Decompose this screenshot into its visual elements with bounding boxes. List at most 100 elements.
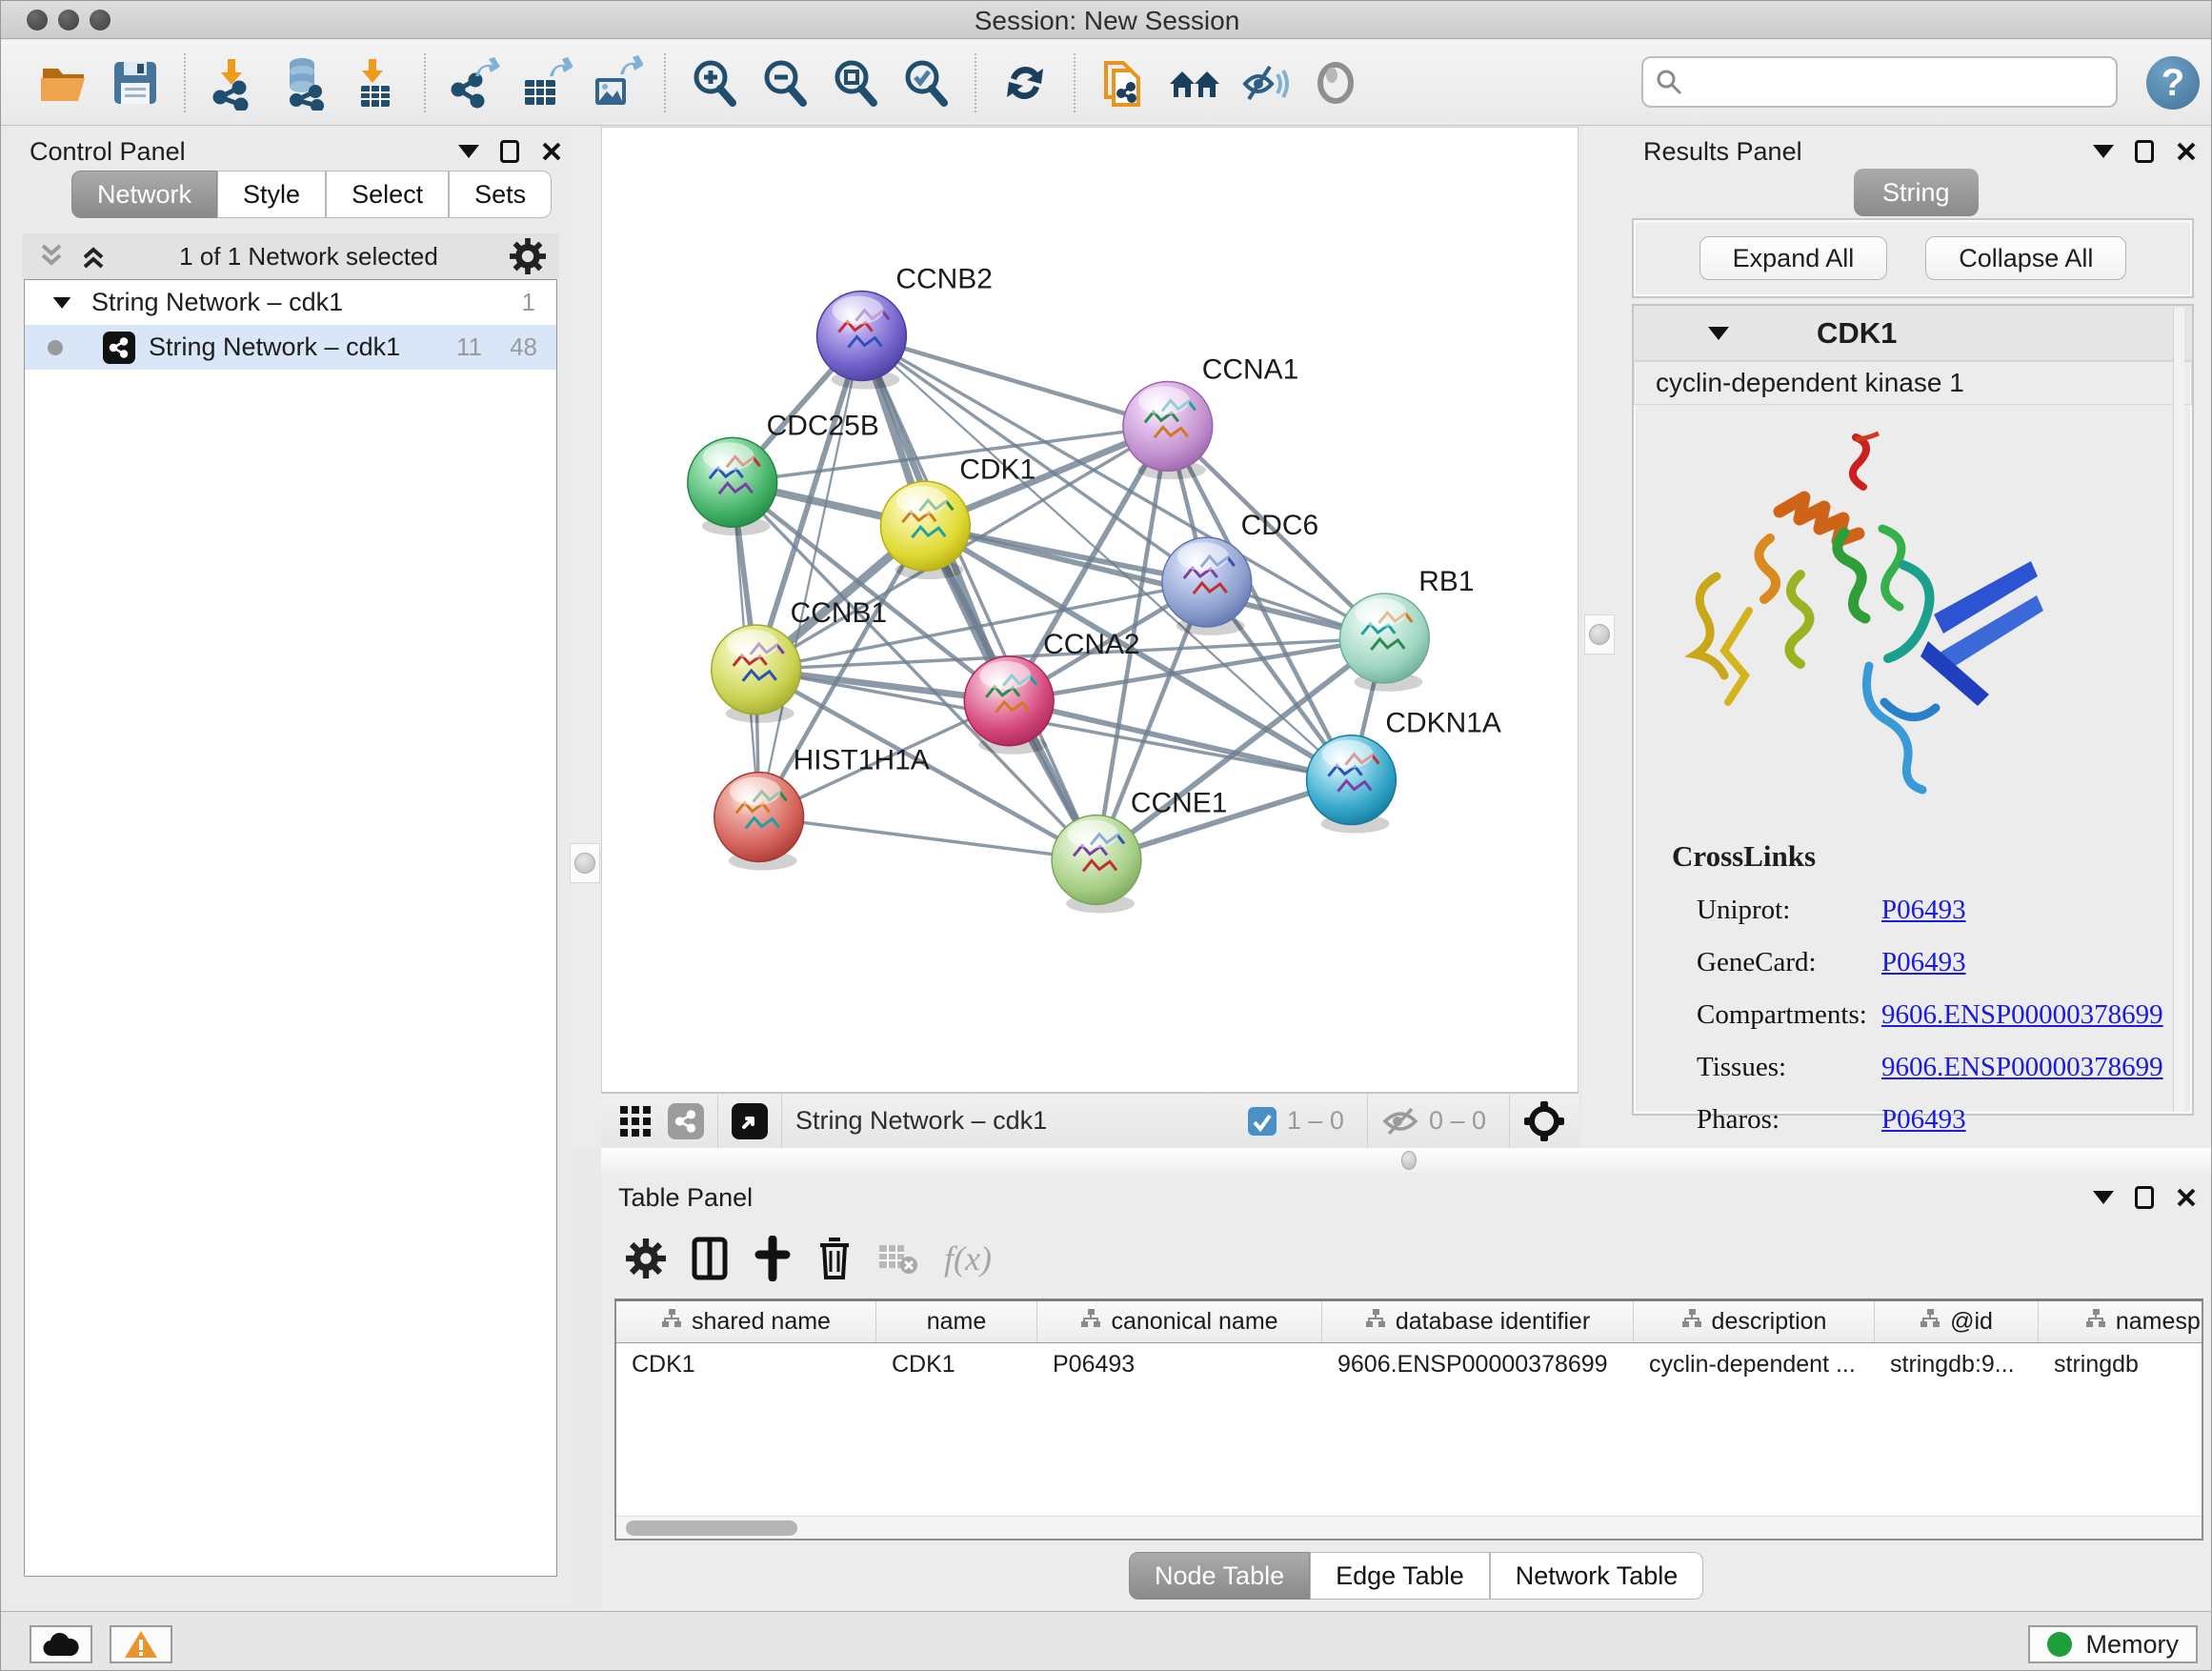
add-column-icon[interactable] — [754, 1236, 792, 1281]
houses-button[interactable] — [1165, 53, 1224, 112]
crosslink-link[interactable]: 9606.ENSP00000378699 — [1881, 1052, 2163, 1083]
crosslink-link[interactable]: P06493 — [1881, 947, 1966, 978]
memory-button[interactable]: Memory — [2028, 1625, 2198, 1663]
close-panel-icon[interactable] — [540, 140, 563, 163]
close-results-icon[interactable] — [2175, 140, 2198, 163]
zoom-selected-button[interactable] — [896, 53, 955, 112]
tree-expand-icon[interactable] — [53, 297, 71, 309]
close-table-icon[interactable] — [2175, 1186, 2198, 1209]
gray-orb-button[interactable] — [1306, 53, 1365, 112]
tab-style[interactable]: Style — [217, 171, 326, 218]
table-row[interactable]: CDK1CDK1P064939606.ENSP00000378699cyclin… — [616, 1343, 2202, 1385]
network-type-icon — [103, 332, 135, 364]
crosslink-link[interactable]: 9606.ENSP00000378699 — [1881, 999, 2163, 1031]
crosslink-label: Compartments: — [1672, 999, 1881, 1031]
clone-network-button[interactable] — [1095, 53, 1154, 112]
table-cell[interactable]: 9606.ENSP00000378699 — [1322, 1343, 1634, 1385]
tab-node-table[interactable]: Node Table — [1129, 1552, 1310, 1600]
tab-edge-table[interactable]: Edge Table — [1310, 1552, 1490, 1600]
right-splitter[interactable] — [1582, 127, 1620, 1148]
annotation-share-icon[interactable] — [668, 1103, 704, 1139]
tab-sets[interactable]: Sets — [449, 171, 552, 218]
entry-collapse-icon[interactable] — [1708, 327, 1729, 340]
network-canvas[interactable]: CCNB2CCNA1CDC25BCDK1CDC6RB1CCNB1CCNA2CDK… — [601, 127, 1579, 1093]
hide-selected-button[interactable] — [1236, 53, 1295, 112]
table-hscrollbar-thumb[interactable] — [626, 1520, 797, 1536]
table-cell[interactable]: stringdb:9... — [1875, 1343, 2039, 1385]
columns-icon[interactable] — [691, 1236, 729, 1281]
float-results-icon[interactable] — [2093, 145, 2114, 158]
crosslink-link[interactable]: P06493 — [1881, 895, 1966, 926]
left-splitter[interactable] — [569, 127, 601, 1148]
refresh-layout-button[interactable] — [995, 53, 1055, 112]
horizontal-splitter-knob[interactable] — [1401, 1151, 1417, 1170]
network-row-selected[interactable]: String Network – cdk1 11 48 — [25, 325, 556, 370]
import-network-database-button[interactable] — [275, 53, 334, 112]
hidden-eye-icon[interactable] — [1381, 1105, 1419, 1137]
table-cell[interactable]: CDK1 — [876, 1343, 1037, 1385]
column-header-namespace[interactable]: namespace — [2039, 1301, 2203, 1342]
left-splitter-knob[interactable] — [574, 853, 595, 874]
tab-string[interactable]: String — [1854, 169, 1979, 216]
gear-icon[interactable] — [510, 238, 546, 274]
delete-column-icon[interactable] — [816, 1236, 853, 1281]
expand-all-icon[interactable] — [79, 240, 108, 272]
collapse-all-icon[interactable] — [37, 240, 66, 272]
edge-CCNB2-CCNA1[interactable] — [861, 336, 1167, 427]
expand-all-button[interactable]: Expand All — [1699, 236, 1888, 280]
edge-CDK1-RB1[interactable] — [925, 526, 1384, 638]
maximize-table-icon[interactable] — [2135, 1186, 2154, 1209]
table-gear-icon[interactable] — [626, 1238, 666, 1278]
network-collection-row[interactable]: String Network – cdk1 1 — [25, 280, 556, 325]
network-graph[interactable]: CCNB2CCNA1CDC25BCDK1CDC6RB1CCNB1CCNA2CDK… — [602, 128, 1578, 1092]
zoom-in-button[interactable] — [685, 53, 744, 112]
column-header-canonical-name[interactable]: canonical name — [1037, 1301, 1322, 1342]
entry-header[interactable]: CDK1 — [1634, 306, 2192, 361]
column-header-name[interactable]: name — [876, 1301, 1037, 1342]
warning-button[interactable] — [110, 1625, 172, 1663]
table-cell[interactable]: CDK1 — [616, 1343, 876, 1385]
right-splitter-knob[interactable] — [1589, 624, 1610, 645]
crosslink-link[interactable]: P06493 — [1881, 1104, 1966, 1136]
column-header-description[interactable]: description — [1634, 1301, 1875, 1342]
node-label-CDC6: CDC6 — [1241, 510, 1319, 541]
tab-network-table[interactable]: Network Table — [1490, 1552, 1704, 1600]
table-cell[interactable]: cyclin-dependent ... — [1634, 1343, 1875, 1385]
tab-network[interactable]: Network — [71, 171, 217, 218]
edge-HIST1H1A-CCNE1[interactable] — [759, 817, 1096, 860]
node-gloss-highlight — [1355, 598, 1406, 627]
save-session-button[interactable] — [106, 53, 165, 112]
import-table-button[interactable] — [346, 53, 405, 112]
table-cell[interactable]: stringdb — [2039, 1343, 2203, 1385]
table-hscrollbar[interactable] — [616, 1516, 2202, 1539]
zoom-fit-icon — [828, 55, 883, 111]
column-header-shared-name[interactable]: shared name — [616, 1301, 876, 1342]
selected-checkbox-icon[interactable] — [1247, 1106, 1277, 1137]
birdseye-view-icon[interactable] — [732, 1103, 768, 1139]
maximize-results-icon[interactable] — [2135, 140, 2154, 163]
horizontal-splitter[interactable] — [601, 1148, 2212, 1173]
grid-icon[interactable] — [618, 1104, 653, 1138]
table-cell[interactable]: P06493 — [1037, 1343, 1322, 1385]
column-header-database-identifier[interactable]: database identifier — [1322, 1301, 1634, 1342]
tab-select[interactable]: Select — [326, 171, 449, 218]
maximize-panel-icon[interactable] — [500, 140, 519, 163]
cloud-button[interactable] — [30, 1625, 92, 1663]
column-header-@id[interactable]: @id — [1875, 1301, 2039, 1342]
export-image-button[interactable] — [586, 53, 645, 112]
float-panel-icon[interactable] — [458, 145, 479, 158]
collapse-all-button[interactable]: Collapse All — [1925, 236, 2126, 280]
export-table-button[interactable] — [515, 53, 574, 112]
zoom-fit-button[interactable] — [826, 53, 885, 112]
edge-CCNB2-CCNE1[interactable] — [861, 336, 1096, 860]
open-session-button[interactable] — [35, 53, 94, 112]
zoom-out-icon — [757, 55, 813, 111]
float-table-icon[interactable] — [2093, 1191, 2114, 1204]
search-input[interactable] — [1683, 61, 2116, 103]
help-button[interactable]: ? — [2146, 56, 2200, 110]
crosshair-icon[interactable] — [1523, 1100, 1565, 1142]
zoom-out-button[interactable] — [755, 53, 814, 112]
results-scrollbar[interactable] — [2173, 308, 2184, 1112]
import-network-file-button[interactable] — [205, 53, 264, 112]
export-network-button[interactable] — [445, 53, 504, 112]
